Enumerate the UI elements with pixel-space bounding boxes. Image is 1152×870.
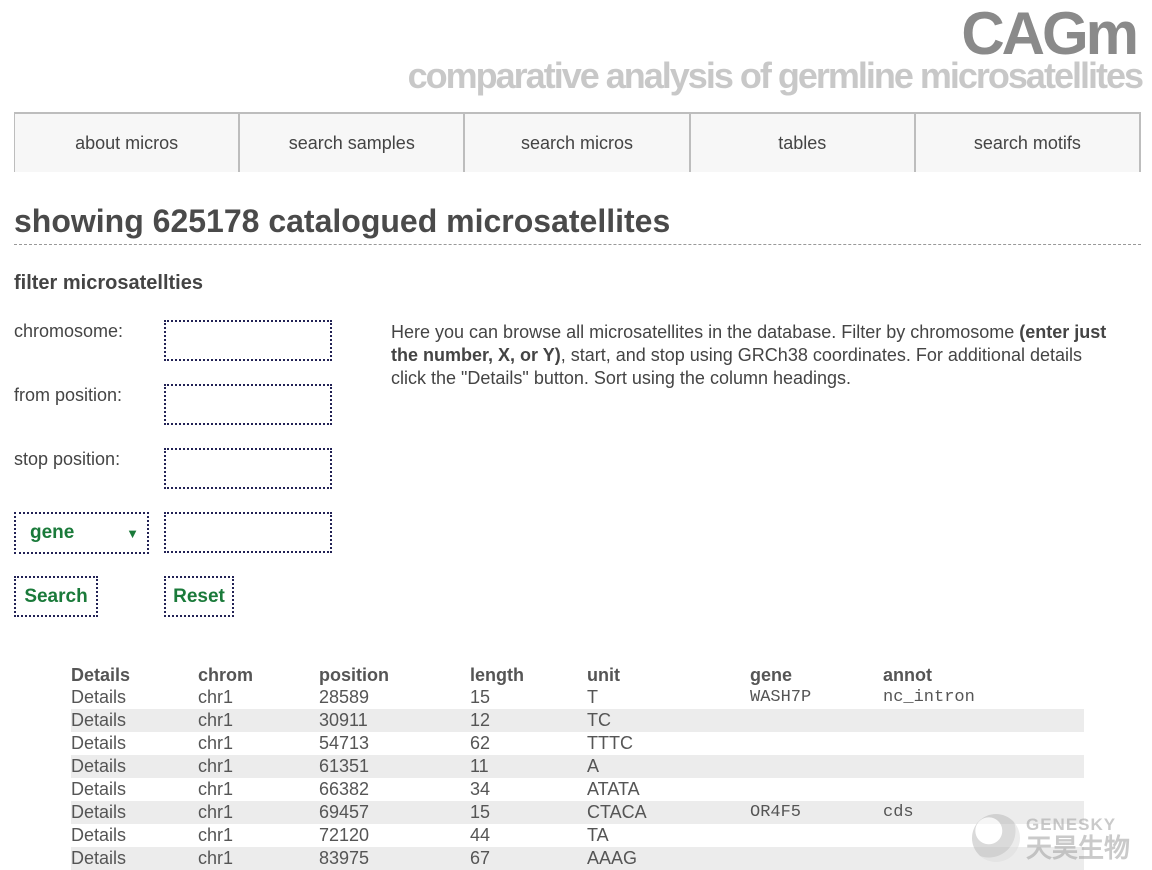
cell-chrom: chr1 <box>198 687 234 707</box>
table-row: Details chr1 66382 34 ATATA <box>71 778 1084 801</box>
site-brand: CAGm comparative analysis of germline mi… <box>407 0 1144 96</box>
cell-annot <box>883 732 1084 755</box>
table-row: Details chr1 28589 15 T WASH7P nc_intron <box>71 686 1084 709</box>
cell-chrom: chr1 <box>198 779 234 799</box>
cell-annot <box>883 709 1084 732</box>
column-header-details[interactable]: Details <box>71 662 198 686</box>
genesky-logo-icon <box>972 814 1020 862</box>
column-header-position[interactable]: position <box>319 662 470 686</box>
cell-position: 30911 <box>319 709 470 732</box>
cell-gene <box>750 732 883 755</box>
cell-position: 54713 <box>319 733 370 753</box>
details-link[interactable]: Details <box>71 824 198 847</box>
table-row: Details chr1 83975 67 AAAG <box>71 847 1084 870</box>
column-header-length[interactable]: length <box>470 662 587 686</box>
cell-chrom: chr1 <box>198 755 319 778</box>
cell-unit: TTTC <box>587 733 633 753</box>
cell-length: 11 <box>470 755 587 778</box>
cell-length: 67 <box>470 847 587 870</box>
cell-length: 15 <box>470 801 587 824</box>
cell-unit: CTACA <box>587 801 750 824</box>
table-row: Details chr1 54713 62 TTTC <box>71 732 1084 755</box>
cell-gene: WASH7P <box>750 688 812 707</box>
cell-length: 15 <box>470 687 491 707</box>
cell-gene <box>750 778 883 801</box>
cell-chrom: chr1 <box>198 825 234 845</box>
stop-position-input[interactable] <box>164 448 332 489</box>
nav-about-micros[interactable]: about micros <box>15 114 241 172</box>
field-type-select[interactable]: gene ▼ <box>14 512 149 554</box>
gene-query-input[interactable] <box>164 512 332 553</box>
chevron-down-icon: ▼ <box>126 525 139 541</box>
cell-unit: TC <box>587 709 750 732</box>
table-row: Details chr1 72120 44 TA <box>71 824 1084 847</box>
cell-unit: T <box>587 687 598 707</box>
cell-gene <box>750 824 883 847</box>
cell-unit: AAAG <box>587 847 750 870</box>
reset-button[interactable]: Reset <box>164 576 234 617</box>
cell-length: 44 <box>470 825 491 845</box>
nav-search-micros[interactable]: search micros <box>465 114 691 172</box>
cell-annot <box>883 778 1084 801</box>
table-row: Details chr1 69457 15 CTACA OR4F5 cds <box>71 801 1084 824</box>
main-nav: about micros search samples search micro… <box>14 112 1142 172</box>
site-subtitle: comparative analysis of germline microsa… <box>407 55 1144 96</box>
details-link[interactable]: Details <box>71 755 198 778</box>
column-header-annot[interactable]: annot <box>883 662 1084 686</box>
watermark-en: GENESKY <box>1026 815 1117 834</box>
filter-heading: filter microsatellties <box>14 272 203 294</box>
cell-position: 66382 <box>319 779 370 799</box>
details-link[interactable]: Details <box>71 709 198 732</box>
cell-position: 72120 <box>319 825 370 845</box>
details-link[interactable]: Details <box>71 778 198 801</box>
cell-annot: nc_intron <box>883 688 975 707</box>
help-text-part1: Here you can browse all microsatellites … <box>391 322 1020 342</box>
chromosome-input[interactable] <box>164 320 332 361</box>
cell-chrom: chr1 <box>198 847 319 870</box>
from-position-input[interactable] <box>164 384 332 425</box>
help-text: Here you can browse all microsatellites … <box>391 321 1121 390</box>
microsatellite-table: Details chrom position length unit gene … <box>71 662 1084 870</box>
nav-search-motifs[interactable]: search motifs <box>916 114 1142 172</box>
cell-annot <box>883 755 1084 778</box>
details-link[interactable]: Details <box>71 732 198 755</box>
cell-gene <box>750 847 883 870</box>
cell-position: 61351 <box>319 755 470 778</box>
cell-gene <box>750 755 883 778</box>
details-link[interactable]: Details <box>71 686 198 709</box>
table-row: Details chr1 61351 11 A <box>71 755 1084 778</box>
cell-position: 83975 <box>319 847 470 870</box>
cell-position: 69457 <box>319 801 470 824</box>
cell-unit: TA <box>587 825 609 845</box>
watermark-cn: 天昊生物 <box>1026 833 1131 863</box>
cell-chrom: chr1 <box>198 801 319 824</box>
nav-search-samples[interactable]: search samples <box>240 114 466 172</box>
from-position-label: from position: <box>14 385 123 405</box>
column-header-unit[interactable]: unit <box>587 662 750 686</box>
chromosome-label: chromosome: <box>14 321 124 341</box>
details-link[interactable]: Details <box>71 847 198 870</box>
search-button[interactable]: Search <box>14 576 98 617</box>
table-row: Details chr1 30911 12 TC <box>71 709 1084 732</box>
cell-unit: A <box>587 755 750 778</box>
column-header-gene[interactable]: gene <box>750 662 883 686</box>
cell-gene <box>750 709 883 732</box>
watermark: GENESKY 天昊生物 <box>972 812 1142 864</box>
details-link[interactable]: Details <box>71 801 198 824</box>
field-type-select-value: gene <box>30 522 75 543</box>
column-header-chrom[interactable]: chrom <box>198 662 319 686</box>
cell-chrom: chr1 <box>198 733 234 753</box>
cell-length: 62 <box>470 733 491 753</box>
cell-unit: ATATA <box>587 779 640 799</box>
cell-gene: OR4F5 <box>750 801 883 824</box>
cell-position: 28589 <box>319 687 370 707</box>
nav-tables[interactable]: tables <box>691 114 916 172</box>
cell-chrom: chr1 <box>198 709 319 732</box>
cell-length: 12 <box>470 709 587 732</box>
cell-length: 34 <box>470 779 491 799</box>
table-header-row: Details chrom position length unit gene … <box>71 662 1084 686</box>
page-title: showing 625178 catalogued microsatellite… <box>14 203 1141 245</box>
stop-position-label: stop position: <box>14 449 121 469</box>
